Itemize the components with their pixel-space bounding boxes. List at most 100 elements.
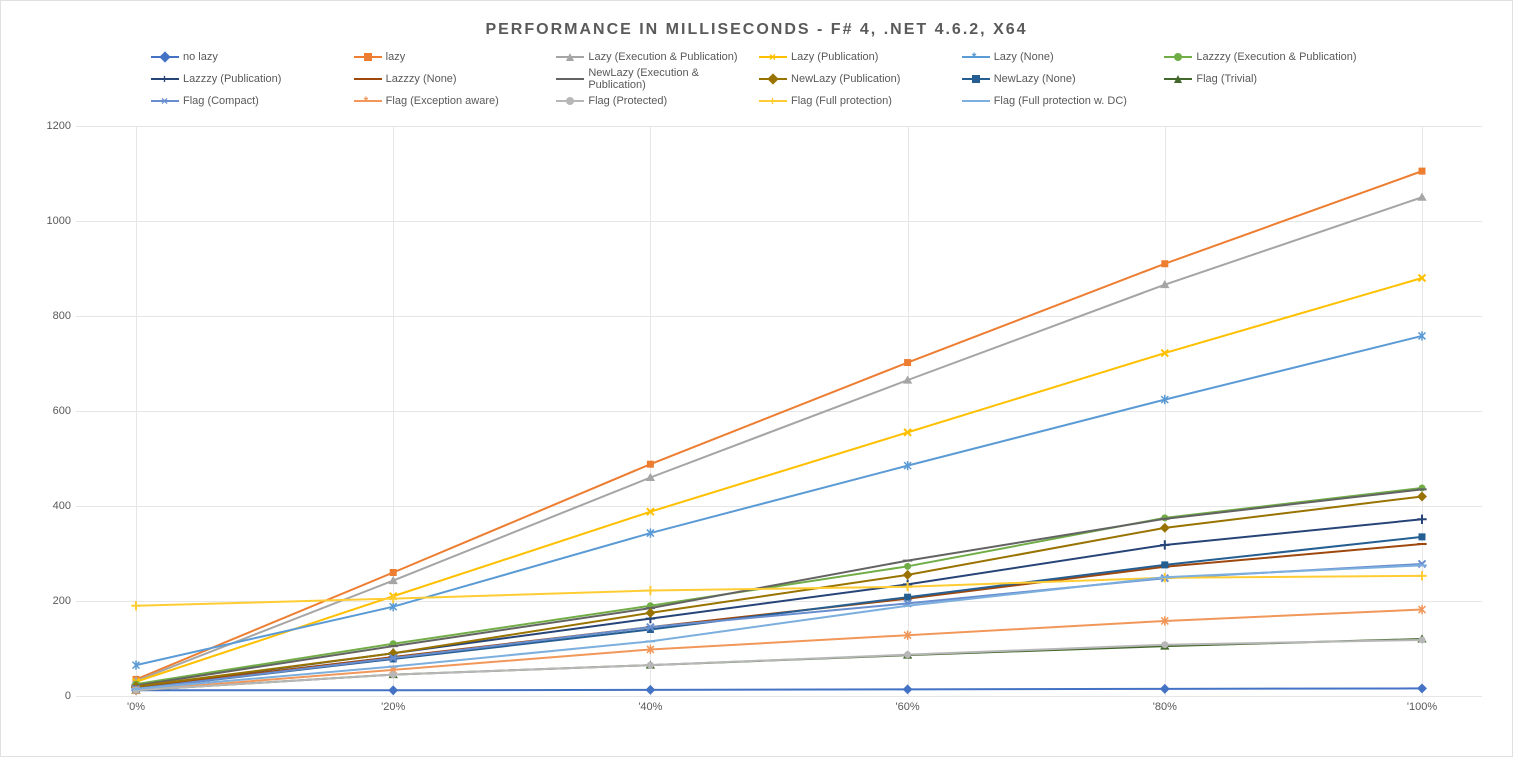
- legend-label: Flag (Full protection): [791, 95, 892, 107]
- data-point: [1417, 492, 1427, 502]
- legend-label: Lazy (Execution & Publication): [588, 51, 737, 63]
- legend-item: −Lazzzy (None): [354, 65, 557, 93]
- legend-marker: [759, 73, 787, 85]
- legend-label: Flag (Trivial): [1196, 73, 1257, 85]
- legend-label: lazy: [386, 51, 406, 63]
- data-point: [131, 601, 140, 610]
- data-point: [903, 684, 913, 694]
- legend-marker: [1164, 51, 1192, 63]
- legend-marker: −: [556, 73, 584, 85]
- data-point: [904, 651, 911, 658]
- legend-item: × Lazy (Publication): [759, 49, 962, 65]
- x-tick-label: '100%: [1407, 701, 1437, 713]
- series-line: [136, 497, 1422, 687]
- data-point: [1161, 561, 1168, 568]
- y-tick-label: 1000: [41, 215, 71, 227]
- legend-marker: [556, 95, 584, 107]
- legend-marker: [354, 51, 382, 63]
- legend-item: Flag (Trivial): [1164, 65, 1367, 93]
- legend-label: Lazzzy (Execution & Publication): [1196, 51, 1356, 63]
- x-axis: '0% '20% '40% '60% '80% '100%: [76, 701, 1482, 721]
- y-tick-label: 0: [41, 690, 71, 702]
- legend-label: Lazzzy (Publication): [183, 73, 281, 85]
- x-tick-label: '0%: [127, 701, 145, 713]
- chart-container: PERFORMANCE IN MILLISECONDS - F# 4, .NET…: [0, 0, 1513, 757]
- legend-label: Flag (Full protection w. DC): [994, 95, 1127, 107]
- legend-item: Lazy (Execution & Publication): [556, 49, 759, 65]
- y-tick-label: 200: [41, 595, 71, 607]
- legend-item: Flag (Protected): [556, 93, 759, 109]
- legend-label: Flag (Exception aware): [386, 95, 499, 107]
- data-point: [1160, 540, 1169, 549]
- legend-marker: *: [354, 95, 382, 107]
- legend-item: +Lazzzy (Publication): [151, 65, 354, 93]
- legend-item: no lazy: [151, 49, 354, 65]
- x-tick-label: '80%: [1153, 701, 1177, 713]
- legend-marker: +: [759, 95, 787, 107]
- data-point: [1161, 260, 1168, 267]
- data-point: [1160, 523, 1170, 533]
- data-point: [1160, 684, 1170, 694]
- y-axis: 020040060080010001200: [41, 126, 71, 696]
- y-tick-label: 800: [41, 310, 71, 322]
- legend-marker: [151, 51, 179, 63]
- legend-item: Lazzzy (Execution & Publication): [1164, 49, 1367, 65]
- series-line: [136, 489, 1422, 685]
- legend-marker: ×: [759, 51, 787, 63]
- y-tick-label: 400: [41, 500, 71, 512]
- data-point: [904, 563, 911, 570]
- x-tick-label: '20%: [381, 701, 405, 713]
- legend-marker: −: [962, 95, 990, 107]
- plot-area: [76, 126, 1482, 696]
- legend-item: −Flag (Full protection w. DC): [962, 93, 1165, 109]
- legend-item: × Flag (Compact): [151, 93, 354, 109]
- legend-marker: *: [962, 51, 990, 63]
- legend-label: NewLazy (Publication): [791, 73, 900, 85]
- data-point: [388, 685, 398, 695]
- series-line: [136, 564, 1422, 689]
- legend-item: *Lazy (None): [962, 49, 1165, 65]
- x-tick-label: '60%: [896, 701, 920, 713]
- legend-item: NewLazy (None): [962, 65, 1165, 93]
- legend-label: Lazzzy (None): [386, 73, 457, 85]
- data-point: [1161, 641, 1168, 648]
- legend-label: NewLazy (Execution & Publication): [588, 67, 759, 91]
- data-point: [647, 461, 654, 468]
- legend-item: −NewLazy (Execution & Publication): [556, 65, 759, 93]
- data-point: [1419, 636, 1426, 643]
- data-point: [903, 570, 913, 580]
- data-point: [390, 569, 397, 576]
- chart-title: PERFORMANCE IN MILLISECONDS - F# 4, .NET…: [1, 1, 1512, 49]
- legend-label: Flag (Protected): [588, 95, 667, 107]
- y-tick-label: 1200: [41, 120, 71, 132]
- data-point: [647, 662, 654, 669]
- y-tick-label: 600: [41, 405, 71, 417]
- data-point: [1419, 533, 1426, 540]
- series-line: [136, 688, 1422, 690]
- x-tick-label: '40%: [638, 701, 662, 713]
- chart-legend: no lazy lazy Lazy (Execution & Publication…: [1, 49, 1512, 119]
- series-line: [136, 197, 1422, 681]
- legend-label: Lazy (Publication): [791, 51, 878, 63]
- legend-marker: [556, 51, 584, 63]
- legend-item: + Flag (Full protection): [759, 93, 962, 109]
- legend-marker: −: [354, 73, 382, 85]
- legend-item: * Flag (Exception aware): [354, 93, 557, 109]
- data-point: [645, 685, 655, 695]
- legend-marker: ×: [151, 95, 179, 107]
- data-point: [1417, 515, 1426, 524]
- legend-marker: [1164, 73, 1192, 85]
- data-point: [1417, 193, 1426, 201]
- data-point: [646, 586, 655, 595]
- data-point: [1417, 683, 1427, 693]
- legend-item: NewLazy (Publication): [759, 65, 962, 93]
- legend-label: no lazy: [183, 51, 218, 63]
- data-point: [390, 671, 397, 678]
- series-line: [136, 171, 1422, 679]
- legend-label: NewLazy (None): [994, 73, 1076, 85]
- legend-item: lazy: [354, 49, 557, 65]
- plot-svg: [76, 126, 1482, 696]
- series-line: [136, 488, 1422, 684]
- data-point: [904, 359, 911, 366]
- legend-label: Flag (Compact): [183, 95, 259, 107]
